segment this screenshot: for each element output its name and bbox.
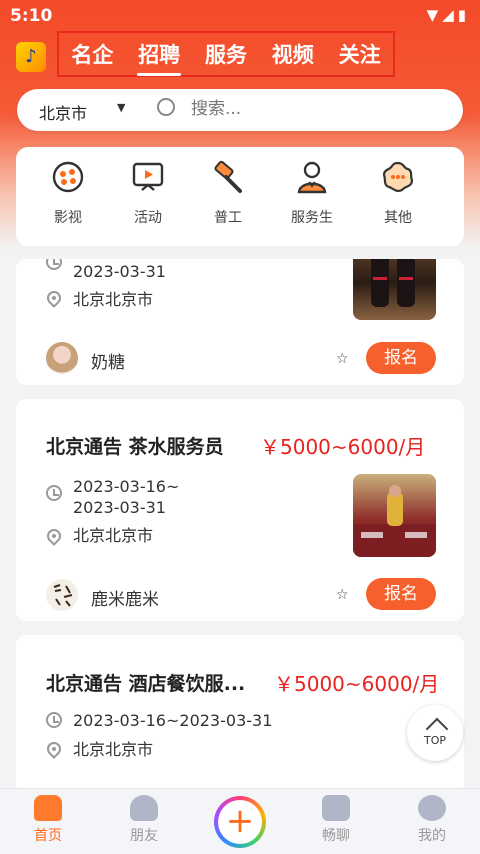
wifi-icon: ▼ — [426, 6, 443, 24]
job-thumbnail[interactable] — [353, 474, 436, 557]
flower-more-icon — [382, 161, 414, 193]
job-location: 北京北京市 — [73, 740, 154, 759]
publisher-name: 鹿米鹿米 — [91, 590, 159, 610]
avatar[interactable] — [46, 579, 78, 611]
job-salary: ￥5000~6000/月 — [260, 435, 426, 459]
calligraphy-avatar — [53, 584, 73, 607]
signup-button[interactable]: 报名 — [366, 342, 436, 374]
tab-chat[interactable]: 畅聊 — [296, 795, 376, 845]
location-pin-icon — [44, 526, 64, 546]
back-to-top-label: TOP — [423, 734, 446, 747]
clock-icon — [46, 485, 62, 501]
tab-recruit[interactable]: 招聘 — [126, 39, 193, 76]
tea-service-photo — [353, 485, 436, 557]
status-icons: ▼◢▮ — [427, 6, 470, 24]
job-salary: ￥5000~6000/月 — [274, 672, 440, 696]
publish-button[interactable]: + — [214, 796, 266, 848]
battery-icon: ▮ — [457, 6, 470, 24]
friends-icon — [130, 795, 158, 821]
avatar[interactable] — [46, 342, 78, 374]
back-to-top-button[interactable]: TOP — [407, 705, 463, 761]
tab-label: 首页 — [34, 828, 62, 844]
location-pin-icon — [44, 739, 64, 759]
location-pin-icon — [44, 288, 64, 308]
home-icon — [34, 795, 62, 821]
waitstaff-photo — [371, 259, 415, 307]
chat-icon — [322, 795, 350, 821]
clock-icon — [46, 259, 62, 270]
top-tab-bar: 名企 招聘 服务 视频 关注 — [57, 31, 395, 77]
job-location: 北京北京市 — [73, 290, 154, 309]
app-logo-icon[interactable]: ♪ — [16, 42, 46, 72]
category-film[interactable]: 影视 — [28, 159, 108, 227]
job-card[interactable]: 北京通告 酒店餐饮服... ￥5000~6000/月 2023-03-16~20… — [16, 635, 464, 795]
signup-button[interactable]: 报名 — [366, 578, 436, 610]
category-other[interactable]: 其他 — [358, 159, 438, 227]
job-title: 北京通告 酒店餐饮服... — [46, 673, 246, 695]
job-card[interactable]: 北京通告 茶水服务员 ￥5000~6000/月 2023-03-16~ 2023… — [16, 399, 464, 621]
job-date: 2023-03-16~2023-03-31 — [73, 711, 273, 730]
tab-label: 朋友 — [130, 828, 158, 844]
tab-label: 畅聊 — [322, 828, 350, 844]
category-label: 活动 — [134, 210, 162, 226]
search-icon — [157, 98, 175, 116]
search-input[interactable] — [189, 98, 453, 120]
category-label: 影视 — [54, 210, 82, 226]
status-time: 5:10 — [10, 6, 53, 26]
category-label: 其他 — [384, 210, 412, 226]
screen-play-icon — [132, 162, 164, 191]
signal-icon: ◢ — [442, 6, 458, 24]
film-reel-icon — [52, 161, 84, 193]
category-waiter[interactable]: 服务生 — [272, 159, 352, 227]
tab-profile[interactable]: 我的 — [392, 795, 472, 845]
tab-famous-companies[interactable]: 名企 — [59, 39, 126, 69]
tab-following[interactable]: 关注 — [326, 39, 393, 69]
job-date: 2023-03-31 — [73, 262, 166, 281]
job-card[interactable]: 2023-03-31 北京北京市 奶糖 ☆ 报名 — [16, 259, 464, 385]
clock-icon — [46, 712, 62, 728]
hammer-icon — [214, 160, 242, 193]
star-icon[interactable]: ☆ — [336, 587, 349, 603]
category-label: 普工 — [214, 210, 242, 226]
tab-video[interactable]: 视频 — [259, 39, 326, 69]
profile-icon — [418, 795, 446, 821]
category-activity[interactable]: 活动 — [108, 159, 188, 227]
job-date-end: 2023-03-31 — [73, 498, 166, 517]
job-thumbnail[interactable] — [353, 259, 436, 320]
tab-label: 我的 — [418, 828, 446, 844]
status-bar: 5:10 ▼◢▮ — [0, 0, 480, 34]
tab-friends[interactable]: 朋友 — [104, 795, 184, 845]
category-worker[interactable]: 普工 — [188, 159, 268, 227]
category-label: 服务生 — [291, 210, 333, 226]
caret-down-icon[interactable]: ▼ — [117, 101, 125, 114]
waiter-icon — [297, 161, 327, 194]
category-panel: 影视 活动 普工 服务生 其他 — [16, 147, 464, 246]
search-bar: 北京市 ▼ — [17, 89, 463, 131]
job-date-start: 2023-03-16~ — [73, 477, 180, 496]
star-icon[interactable]: ☆ — [336, 351, 349, 367]
job-location: 北京北京市 — [73, 526, 154, 545]
publisher-name: 奶糖 — [91, 353, 125, 373]
tab-services[interactable]: 服务 — [193, 39, 260, 69]
plus-icon: + — [218, 800, 262, 844]
job-title: 北京通告 茶水服务员 — [46, 436, 224, 458]
tab-home[interactable]: 首页 — [8, 795, 88, 845]
city-selector[interactable]: 北京市 — [39, 100, 87, 124]
